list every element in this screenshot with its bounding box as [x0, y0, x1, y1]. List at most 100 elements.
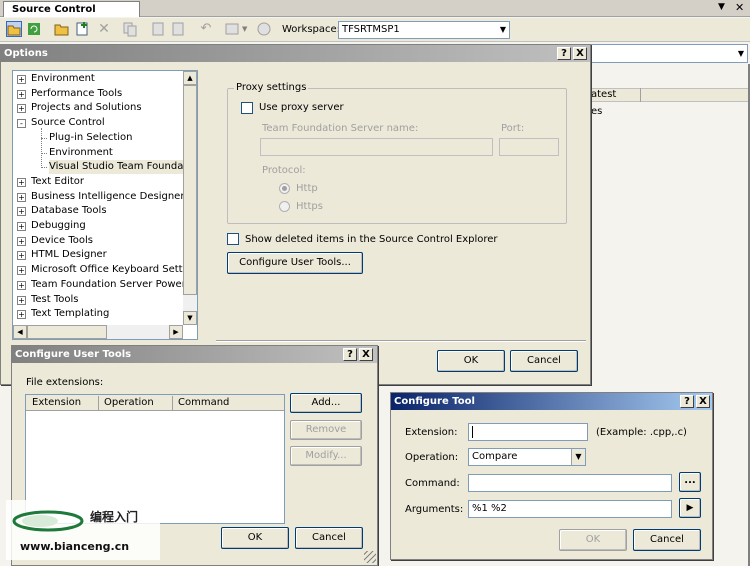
- delete-icon[interactable]: ✕: [96, 21, 112, 37]
- tree-child-item[interactable]: Environment: [49, 146, 113, 160]
- history-icon[interactable]: [256, 21, 272, 37]
- scroll-up-icon[interactable]: ▲: [183, 71, 197, 85]
- column-divider[interactable]: [98, 396, 99, 410]
- tree-item[interactable]: Text Editor: [31, 175, 84, 189]
- tree-expander-icon[interactable]: +: [17, 104, 26, 114]
- arguments-input[interactable]: %1 %2: [468, 500, 672, 518]
- column-divider[interactable]: [640, 88, 641, 102]
- https-label[interactable]: Https: [296, 201, 323, 212]
- show-deleted-checkbox[interactable]: [227, 233, 239, 245]
- column-latest[interactable]: atest: [591, 89, 616, 100]
- scroll-right-icon[interactable]: ▶: [169, 325, 183, 339]
- use-proxy-label[interactable]: Use proxy server: [259, 102, 344, 113]
- compare-icon[interactable]: [224, 21, 240, 37]
- explorer-tab[interactable]: Source Control Explorer: [3, 1, 140, 30]
- chevron-down-icon: ▼: [499, 25, 506, 34]
- chevron-down-icon[interactable]: ▼: [571, 449, 585, 465]
- tree-expander-icon[interactable]: +: [17, 310, 26, 320]
- tree-item[interactable]: Team Foundation Server PowerTools: [31, 278, 183, 292]
- scroll-thumb[interactable]: [27, 325, 107, 339]
- cancel-button[interactable]: Cancel: [633, 529, 701, 551]
- http-label[interactable]: Http: [296, 183, 318, 194]
- tree-expander-icon[interactable]: +: [17, 75, 26, 84]
- tree-expander-icon[interactable]: +: [17, 177, 26, 187]
- close-button[interactable]: X: [696, 395, 710, 408]
- checkout-icon[interactable]: [150, 21, 166, 37]
- tree-item[interactable]: Debugging: [31, 219, 86, 233]
- tree-vscroll[interactable]: ▲ ▼: [183, 71, 197, 325]
- tree-item[interactable]: Source Control: [31, 116, 105, 130]
- show-deleted-label[interactable]: Show deleted items in the Source Control…: [245, 234, 498, 245]
- tree-item[interactable]: Device Tools: [31, 234, 93, 248]
- tree-expander-icon[interactable]: +: [17, 89, 26, 99]
- tree-child-item[interactable]: Plug-in Selection: [49, 131, 132, 145]
- command-input[interactable]: [468, 474, 672, 492]
- tree-item[interactable]: Performance Tools: [31, 87, 122, 101]
- configure-user-tools-button[interactable]: Configure User Tools...: [227, 252, 363, 274]
- tree-expander-icon[interactable]: +: [17, 207, 26, 217]
- scroll-left-icon[interactable]: ◀: [13, 325, 27, 339]
- tree-expander-icon[interactable]: +: [17, 280, 26, 290]
- column-command[interactable]: Command: [178, 397, 229, 408]
- http-radio[interactable]: [279, 183, 290, 194]
- cancel-button[interactable]: Cancel: [510, 350, 578, 372]
- tree-item[interactable]: HTML Designer: [31, 248, 107, 262]
- tree-item[interactable]: Text Templating: [31, 307, 109, 321]
- column-divider[interactable]: [172, 396, 173, 410]
- tree-hscroll[interactable]: ◀ ▶: [13, 325, 183, 339]
- operation-select[interactable]: Compare ▼: [468, 448, 586, 466]
- tree-item[interactable]: Environment: [31, 72, 95, 86]
- modify-button[interactable]: Modify...: [290, 446, 362, 466]
- tree-expander-icon[interactable]: +: [17, 251, 26, 261]
- remove-button[interactable]: Remove: [290, 420, 362, 440]
- add-button[interactable]: Add...: [290, 393, 362, 413]
- tree-expander-icon[interactable]: +: [17, 236, 26, 246]
- undo-icon[interactable]: ↶: [198, 21, 214, 37]
- ok-button[interactable]: OK: [437, 350, 505, 372]
- workspace-select[interactable]: TFSRTMSP1 ▼: [338, 21, 510, 39]
- cancel-button[interactable]: Cancel: [295, 527, 363, 549]
- use-proxy-checkbox[interactable]: [241, 102, 253, 114]
- ok-button[interactable]: OK: [221, 527, 289, 549]
- tree-item[interactable]: Test Tools: [31, 293, 79, 307]
- tree-item[interactable]: Business Intelligence Designers: [31, 190, 183, 204]
- tree-expander-icon[interactable]: +: [17, 222, 26, 231]
- tree-expander-icon[interactable]: +: [17, 192, 26, 202]
- scroll-down-icon[interactable]: ▼: [183, 311, 197, 325]
- port-input[interactable]: [499, 138, 559, 156]
- browse-button[interactable]: ...: [679, 472, 701, 492]
- close-icon[interactable]: ✕: [735, 1, 744, 14]
- path-select[interactable]: ▼: [590, 44, 748, 63]
- help-button[interactable]: ?: [343, 348, 357, 361]
- help-button[interactable]: ?: [680, 395, 694, 408]
- tree-child-item[interactable]: Visual Studio Team Foundation: [49, 160, 183, 175]
- resize-grip-icon[interactable]: [364, 551, 376, 563]
- add-icon[interactable]: [74, 21, 90, 37]
- dialog-title: Configure Tool: [394, 396, 475, 407]
- tree-expander-icon[interactable]: -: [17, 119, 26, 129]
- close-button[interactable]: X: [359, 348, 373, 361]
- checkin-icon[interactable]: [170, 21, 186, 37]
- https-radio[interactable]: [279, 201, 290, 212]
- column-operation[interactable]: Operation: [104, 397, 154, 408]
- tree-expander-icon[interactable]: +: [17, 266, 26, 276]
- compare-dropdown-icon[interactable]: ▼: [242, 25, 247, 33]
- tree-item[interactable]: Projects and Solutions: [31, 101, 142, 115]
- arguments-menu-button[interactable]: ▶: [679, 498, 701, 518]
- tree-item[interactable]: Database Tools: [31, 204, 107, 218]
- column-extension[interactable]: Extension: [32, 397, 81, 408]
- scroll-thumb[interactable]: [183, 85, 197, 295]
- folder-open-icon[interactable]: [6, 21, 22, 37]
- folder-icon[interactable]: [54, 21, 70, 37]
- configure-tool-title-bar: Configure Tool: [391, 393, 712, 410]
- help-button[interactable]: ?: [557, 47, 571, 60]
- refresh-icon[interactable]: [26, 21, 42, 37]
- ok-button[interactable]: OK: [559, 529, 627, 551]
- tree-item[interactable]: Microsoft Office Keyboard Settings: [31, 263, 183, 277]
- server-name-input[interactable]: [260, 138, 493, 156]
- close-button[interactable]: X: [573, 47, 587, 60]
- copy-icon[interactable]: [122, 21, 138, 37]
- chevron-down-icon[interactable]: ▼: [718, 2, 725, 12]
- tree-expander-icon[interactable]: +: [17, 295, 26, 305]
- extension-input[interactable]: [468, 423, 588, 441]
